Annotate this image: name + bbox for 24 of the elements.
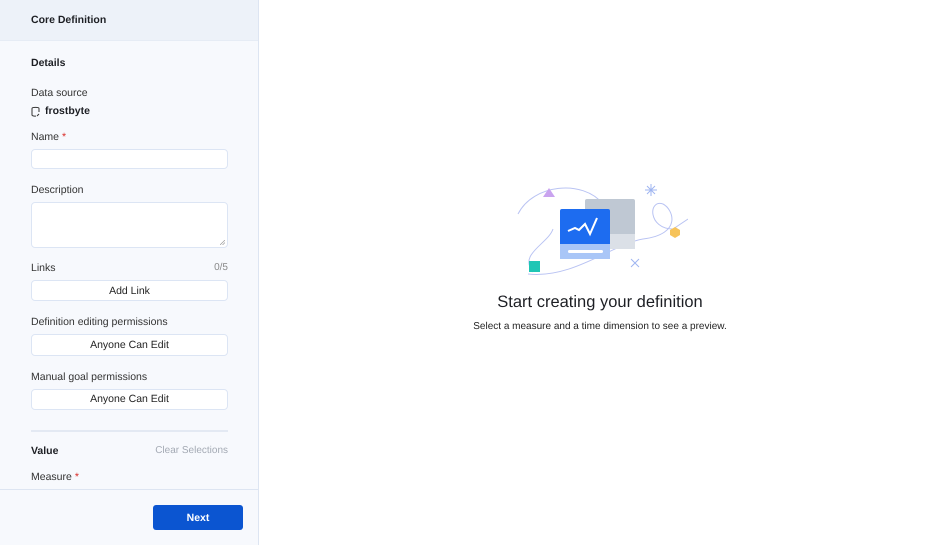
next-button[interactable]: Next bbox=[153, 505, 243, 530]
name-input[interactable] bbox=[31, 149, 228, 170]
section-title: Details bbox=[31, 57, 66, 69]
required-mark: * bbox=[62, 131, 66, 143]
resize-handle-icon[interactable] bbox=[220, 240, 225, 245]
field-label: Name bbox=[31, 131, 60, 143]
field-label: Data source bbox=[31, 87, 88, 99]
field-label: Links bbox=[31, 262, 56, 274]
section-title: Value bbox=[31, 444, 58, 457]
empty-state-title: Start creating your definition bbox=[497, 292, 703, 312]
permission-select[interactable]: Anyone Can Edit bbox=[31, 334, 228, 356]
panel-title: Core Definition bbox=[31, 14, 106, 26]
field-label: Measure bbox=[31, 470, 72, 483]
permission-select[interactable]: Anyone Can Edit bbox=[31, 388, 228, 410]
description-textarea[interactable] bbox=[31, 202, 228, 248]
add-link-button[interactable]: Add Link bbox=[31, 280, 228, 302]
links-count: 0/5 bbox=[214, 262, 228, 274]
field-label: Description bbox=[31, 184, 84, 196]
database-icon bbox=[31, 106, 40, 116]
field-label: Definition editing permissions bbox=[31, 316, 168, 328]
field-label: Manual goal permissions bbox=[31, 370, 148, 383]
required-mark: * bbox=[74, 470, 79, 483]
data-source-name: frostbyte bbox=[45, 105, 90, 117]
empty-state-subtitle: Select a measure and a time dimension to see a preview. bbox=[473, 320, 727, 332]
